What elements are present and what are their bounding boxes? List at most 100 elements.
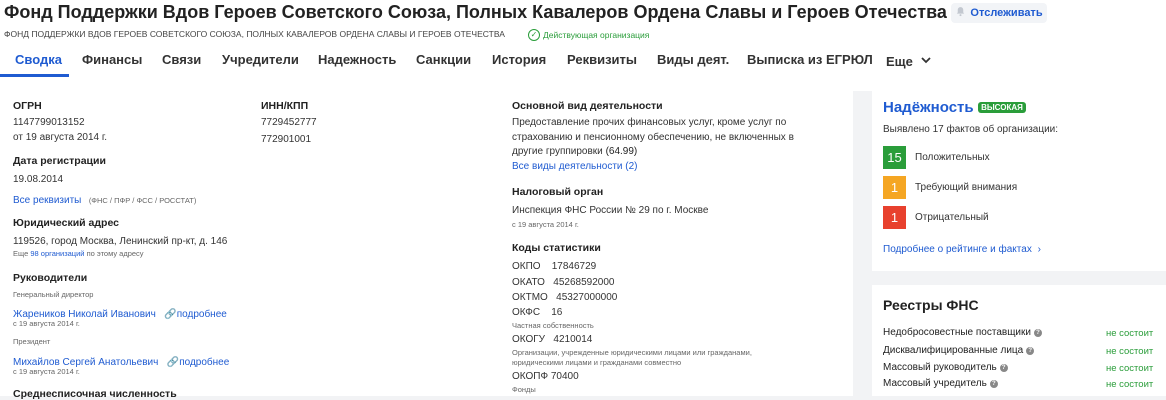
negative-label[interactable]: Отрицательный xyxy=(915,212,989,223)
reliability-more-label: Подробнее о рейтинге и фактах xyxy=(883,244,1032,255)
warning-count-box: 1 xyxy=(883,176,906,199)
reliability-title[interactable]: Надёжность xyxy=(883,99,974,116)
tab-reliability[interactable]: Надежность xyxy=(318,52,396,67)
stat-code: ОКФС xyxy=(512,307,541,318)
activity-last-line: другие группировки xyxy=(512,146,603,157)
stat-code: ОКОГУ xyxy=(512,334,546,345)
help-icon[interactable]: ? xyxy=(999,364,1008,372)
stat-code: ОКАТО xyxy=(512,277,545,288)
full-name: ФОНД ПОДДЕРЖКИ ВДОВ ГЕРОЕВ СОВЕТСКОГО СО… xyxy=(4,29,505,39)
address-value: 119526, город Москва, Ленинский пр-кт, д… xyxy=(13,236,228,247)
activity-line: другие группировки (64.99) xyxy=(512,146,637,157)
tab-bar: Сводка Финансы Связи Учредители Надежнос… xyxy=(0,46,1166,77)
tax-value: Инспекция ФНС России № 29 по г. Москве xyxy=(512,205,709,216)
fns-row-status: не состоит xyxy=(1106,328,1154,339)
summary-panel: ОГРН 1147799013152 от 19 августа 2014 г.… xyxy=(0,91,853,400)
stat-code: ОКПО xyxy=(512,261,541,272)
fns-row-label: Недобросовестные поставщики? xyxy=(883,327,1042,338)
fns-title: Реестры ФНС xyxy=(883,297,979,313)
tab-founders[interactable]: Учредители xyxy=(222,52,299,67)
inn-label: ИНН/КПП xyxy=(261,100,309,112)
fns-row-status: не состоит xyxy=(1106,363,1154,374)
fns-row-label: Массовый учредитель? xyxy=(883,378,998,389)
help-icon[interactable]: ? xyxy=(1033,329,1042,337)
tab-activities[interactable]: Виды деят. xyxy=(657,52,729,67)
manager-since: с 19 августа 2014 г. xyxy=(13,319,80,328)
stat-code-row: ОКОПФ 70400 xyxy=(512,371,579,382)
stat-value: 45268592000 xyxy=(553,277,615,288)
activity-line: страхованию и пенсионному обеспечению, н… xyxy=(512,132,794,143)
fns-row-text: Массовый руководитель xyxy=(883,362,997,373)
tab-requisites[interactable]: Реквизиты xyxy=(567,52,637,67)
stat-code-row: ОКОГУ 4210014 xyxy=(512,334,592,345)
tab-sanctions[interactable]: Санкции xyxy=(416,52,471,67)
manager-more-link[interactable]: 🔗подробнее xyxy=(164,309,227,320)
chevron-down-icon xyxy=(920,52,931,67)
fns-row-text: Недобросовестные поставщики xyxy=(883,327,1031,338)
all-requisites: Все реквизиты (ФНС / ПФР / ФСС / РОССТАТ… xyxy=(13,190,196,208)
all-requisites-note: (ФНС / ПФР / ФСС / РОССТАТ) xyxy=(88,196,197,205)
ogrn-date: от 19 августа 2014 г. xyxy=(13,132,108,143)
negative-count-box: 1 xyxy=(883,206,906,229)
tax-since: с 19 августа 2014 г. xyxy=(512,220,579,229)
fns-row-status: не состоит xyxy=(1106,379,1154,390)
tab-more[interactable]: Еще xyxy=(886,52,931,69)
reg-date-value: 19.08.2014 xyxy=(13,174,64,185)
address-orgs-link[interactable]: 98 организаций xyxy=(30,249,84,258)
tab-history[interactable]: История xyxy=(492,52,546,67)
follow-button[interactable]: Отслеживать xyxy=(951,3,1047,23)
stat-value: 45327000000 xyxy=(556,292,618,303)
manager-more-label: подробнее xyxy=(179,357,230,368)
status-text: Действующая организация xyxy=(543,30,650,40)
page-header: Фонд Поддержки Вдов Героев Советского Со… xyxy=(0,0,1166,91)
fns-row-status: не состоит xyxy=(1106,346,1154,357)
chevron-right-icon: › xyxy=(1037,244,1041,255)
reg-date-label: Дата регистрации xyxy=(13,155,106,167)
active-tab-indicator xyxy=(0,74,69,77)
help-icon[interactable]: ? xyxy=(1026,347,1035,355)
kpp-value: 772901001 xyxy=(261,134,312,145)
address-note-prefix: Еще xyxy=(13,249,29,258)
tab-summary[interactable]: Сводка xyxy=(15,52,62,67)
warning-label[interactable]: Требующий внимания xyxy=(915,182,1017,193)
manager-more-label: подробнее xyxy=(176,309,227,320)
tab-finance[interactable]: Финансы xyxy=(82,52,142,67)
manager-since: с 19 августа 2014 г. xyxy=(13,367,80,376)
address-label: Юридический адрес xyxy=(13,217,119,229)
stat-code: ОКОПФ xyxy=(512,371,549,382)
fns-registers-panel: Реестры ФНС Недобросовестные поставщики?… xyxy=(872,285,1166,396)
inn-value: 7729452777 xyxy=(261,117,317,128)
manager-more-link[interactable]: 🔗подробнее xyxy=(167,357,230,368)
activity-code: (64.99) xyxy=(605,146,638,157)
reliability-more-link[interactable]: Подробнее о рейтинге и фактах › xyxy=(883,244,1041,255)
stat-value: 4210014 xyxy=(553,334,593,345)
stat-desc: Фонды xyxy=(512,385,536,394)
managers-label: Руководители xyxy=(13,272,88,284)
ogrn-label: ОГРН xyxy=(13,100,42,112)
all-activities-link[interactable]: Все виды деятельности (2) xyxy=(512,161,638,172)
tab-links[interactable]: Связи xyxy=(162,52,201,67)
link-icon: 🔗 xyxy=(164,309,177,320)
stat-code-row: ОКАТО 45268592000 xyxy=(512,277,614,288)
page-title: Фонд Поддержки Вдов Героев Советского Со… xyxy=(4,2,947,22)
stat-code: ОКТМО xyxy=(512,292,548,303)
positive-label[interactable]: Положительных xyxy=(915,152,990,163)
all-requisites-link[interactable]: Все реквизиты xyxy=(13,195,81,206)
stats-label: Коды статистики xyxy=(512,242,601,254)
activity-line: Предоставление прочих финансовых услуг, … xyxy=(512,117,787,128)
help-icon[interactable]: ? xyxy=(989,380,998,388)
manager-role: Генеральный директор xyxy=(13,290,94,299)
reliability-panel: Надёжность ВЫСОКАЯ Выявлено 17 фактов об… xyxy=(872,91,1166,271)
tab-egrul[interactable]: Выписка из ЕГРЮЛ xyxy=(747,52,873,67)
stat-value: 17846729 xyxy=(551,261,597,272)
stat-desc: Частная собственность xyxy=(512,321,594,330)
bell-icon xyxy=(955,6,966,20)
tab-more-label: Еще xyxy=(886,54,913,69)
fns-row-text: Дисквалифицированные лица xyxy=(883,345,1024,356)
reliability-badge: ВЫСОКАЯ xyxy=(978,102,1026,113)
manager-role: Президент xyxy=(13,337,51,346)
tax-label: Налоговый орган xyxy=(512,186,604,198)
stat-code-row: ОКПО 17846729 xyxy=(512,261,596,272)
stat-desc: Организации, учрежденные юридическими ли… xyxy=(512,348,752,357)
address-note-suffix: по этому адресу xyxy=(86,249,144,258)
